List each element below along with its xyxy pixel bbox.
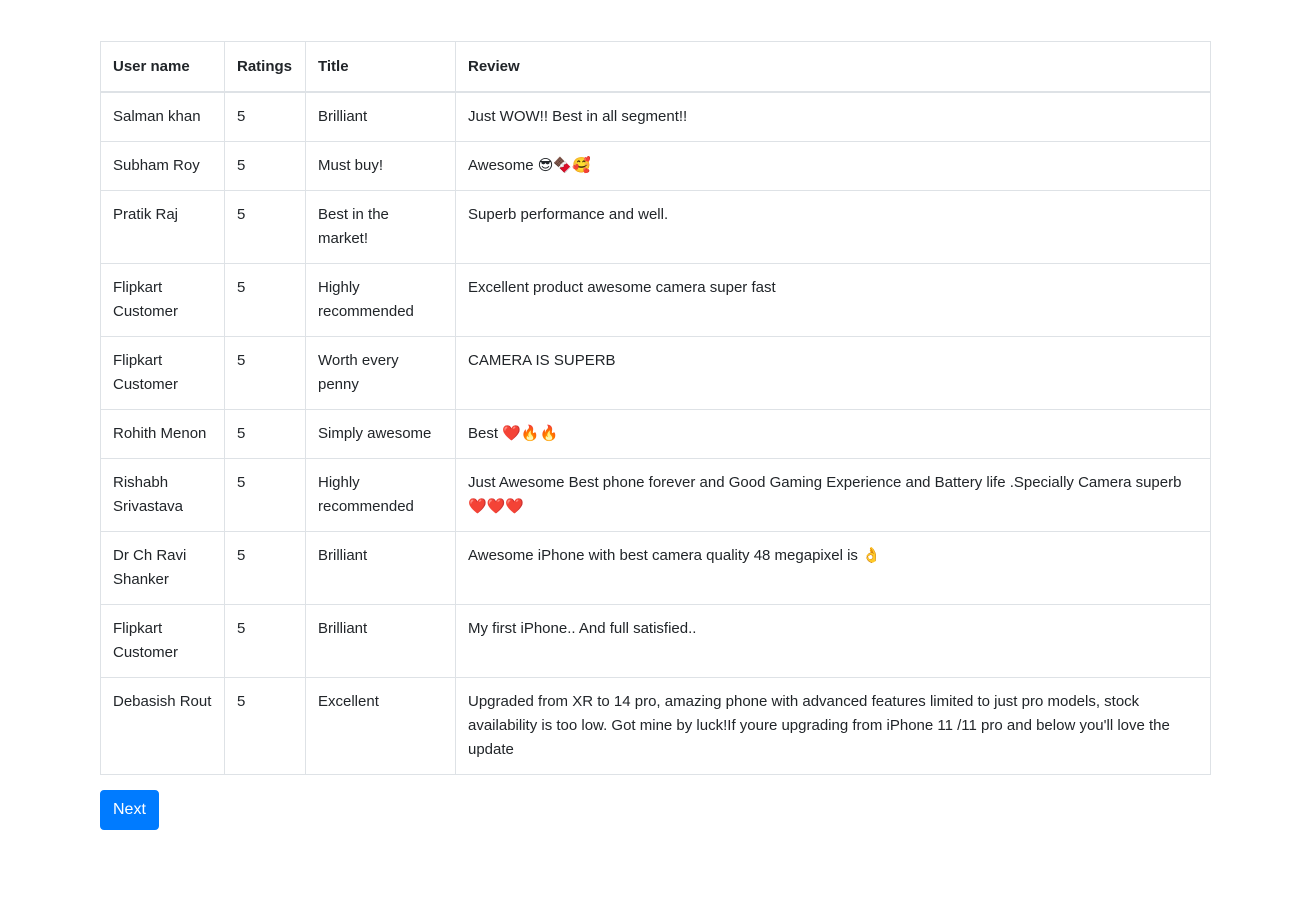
review-cell: Excellent product awesome camera super f… [455, 263, 1211, 337]
user-name-cell: Flipkart Customer [100, 336, 225, 410]
user-name-cell: Flipkart Customer [100, 604, 225, 678]
rating-cell: 5 [224, 458, 306, 532]
rating-cell: 5 [224, 141, 306, 191]
title-cell: Highly recommended [305, 458, 456, 532]
header-row: User name Ratings Title Review [100, 41, 1211, 93]
table-row: Rohith Menon 5 Simply awesome Best ❤️🔥🔥 [100, 409, 1211, 459]
header-user-name: User name [100, 41, 225, 93]
reviews-container: User name Ratings Title Review Salman kh… [100, 41, 1211, 830]
user-name-cell: Pratik Raj [100, 190, 225, 264]
review-cell: Best ❤️🔥🔥 [455, 409, 1211, 459]
next-button[interactable]: Next [100, 790, 159, 830]
table-row: Flipkart Customer 5 Highly recommended Exce… [100, 263, 1211, 337]
title-cell: Worth every penny [305, 336, 456, 410]
title-cell: Best in the market! [305, 190, 456, 264]
table-row: Salman khan 5 Brilliant Just WOW!! Best in … [100, 91, 1211, 142]
title-cell: Simply awesome [305, 409, 456, 459]
header-title: Title [305, 41, 456, 93]
title-cell: Brilliant [305, 604, 456, 678]
header-review: Review [455, 41, 1211, 93]
user-name-cell: Debasish Rout [100, 677, 225, 775]
table-header: User name Ratings Title Review [100, 41, 1211, 93]
rating-cell: 5 [224, 263, 306, 337]
review-cell: My first iPhone.. And full satisfied.. [455, 604, 1211, 678]
table-row: Subham Roy 5 Must buy! Awesome 😎🍫🥰 [100, 141, 1211, 191]
review-cell: Just Awesome Best phone forever and Good… [455, 458, 1211, 532]
table-row: Dr Ch Ravi Shanker 5 Brilliant Awesome iPho… [100, 531, 1211, 605]
rating-cell: 5 [224, 677, 306, 775]
user-name-cell: Rohith Menon [100, 409, 225, 459]
table-row: Pratik Raj 5 Best in the market! Superb per… [100, 190, 1211, 264]
title-cell: Must buy! [305, 141, 456, 191]
title-cell: Brilliant [305, 531, 456, 605]
rating-cell: 5 [224, 604, 306, 678]
review-cell: Superb performance and well. [455, 190, 1211, 264]
rating-cell: 5 [224, 409, 306, 459]
user-name-cell: Rishabh Srivastava [100, 458, 225, 532]
rating-cell: 5 [224, 190, 306, 264]
review-cell: CAMERA IS SUPERB [455, 336, 1211, 410]
review-cell: Awesome iPhone with best camera quality … [455, 531, 1211, 605]
user-name-cell: Dr Ch Ravi Shanker [100, 531, 225, 605]
table-row: Flipkart Customer 5 Worth every penny CAMER… [100, 336, 1211, 410]
table-row: Debasish Rout 5 Excellent Upgraded from XR … [100, 677, 1211, 775]
user-name-cell: Salman khan [100, 91, 225, 142]
title-cell: Excellent [305, 677, 456, 775]
review-cell: Awesome 😎🍫🥰 [455, 141, 1211, 191]
user-name-cell: Flipkart Customer [100, 263, 225, 337]
title-cell: Brilliant [305, 91, 456, 142]
table-body: Salman khan 5 Brilliant Just WOW!! Best in … [100, 91, 1211, 775]
table-row: Rishabh Srivastava 5 Highly recommended Jus… [100, 458, 1211, 532]
user-name-cell: Subham Roy [100, 141, 225, 191]
rating-cell: 5 [224, 336, 306, 410]
table-row: Flipkart Customer 5 Brilliant My first iPho… [100, 604, 1211, 678]
rating-cell: 5 [224, 531, 306, 605]
review-cell: Upgraded from XR to 14 pro, amazing phon… [455, 677, 1211, 775]
review-cell: Just WOW!! Best in all segment!! [455, 91, 1211, 142]
reviews-table: User name Ratings Title Review Salman kh… [100, 41, 1211, 775]
header-ratings: Ratings [224, 41, 306, 93]
title-cell: Highly recommended [305, 263, 456, 337]
rating-cell: 5 [224, 91, 306, 142]
